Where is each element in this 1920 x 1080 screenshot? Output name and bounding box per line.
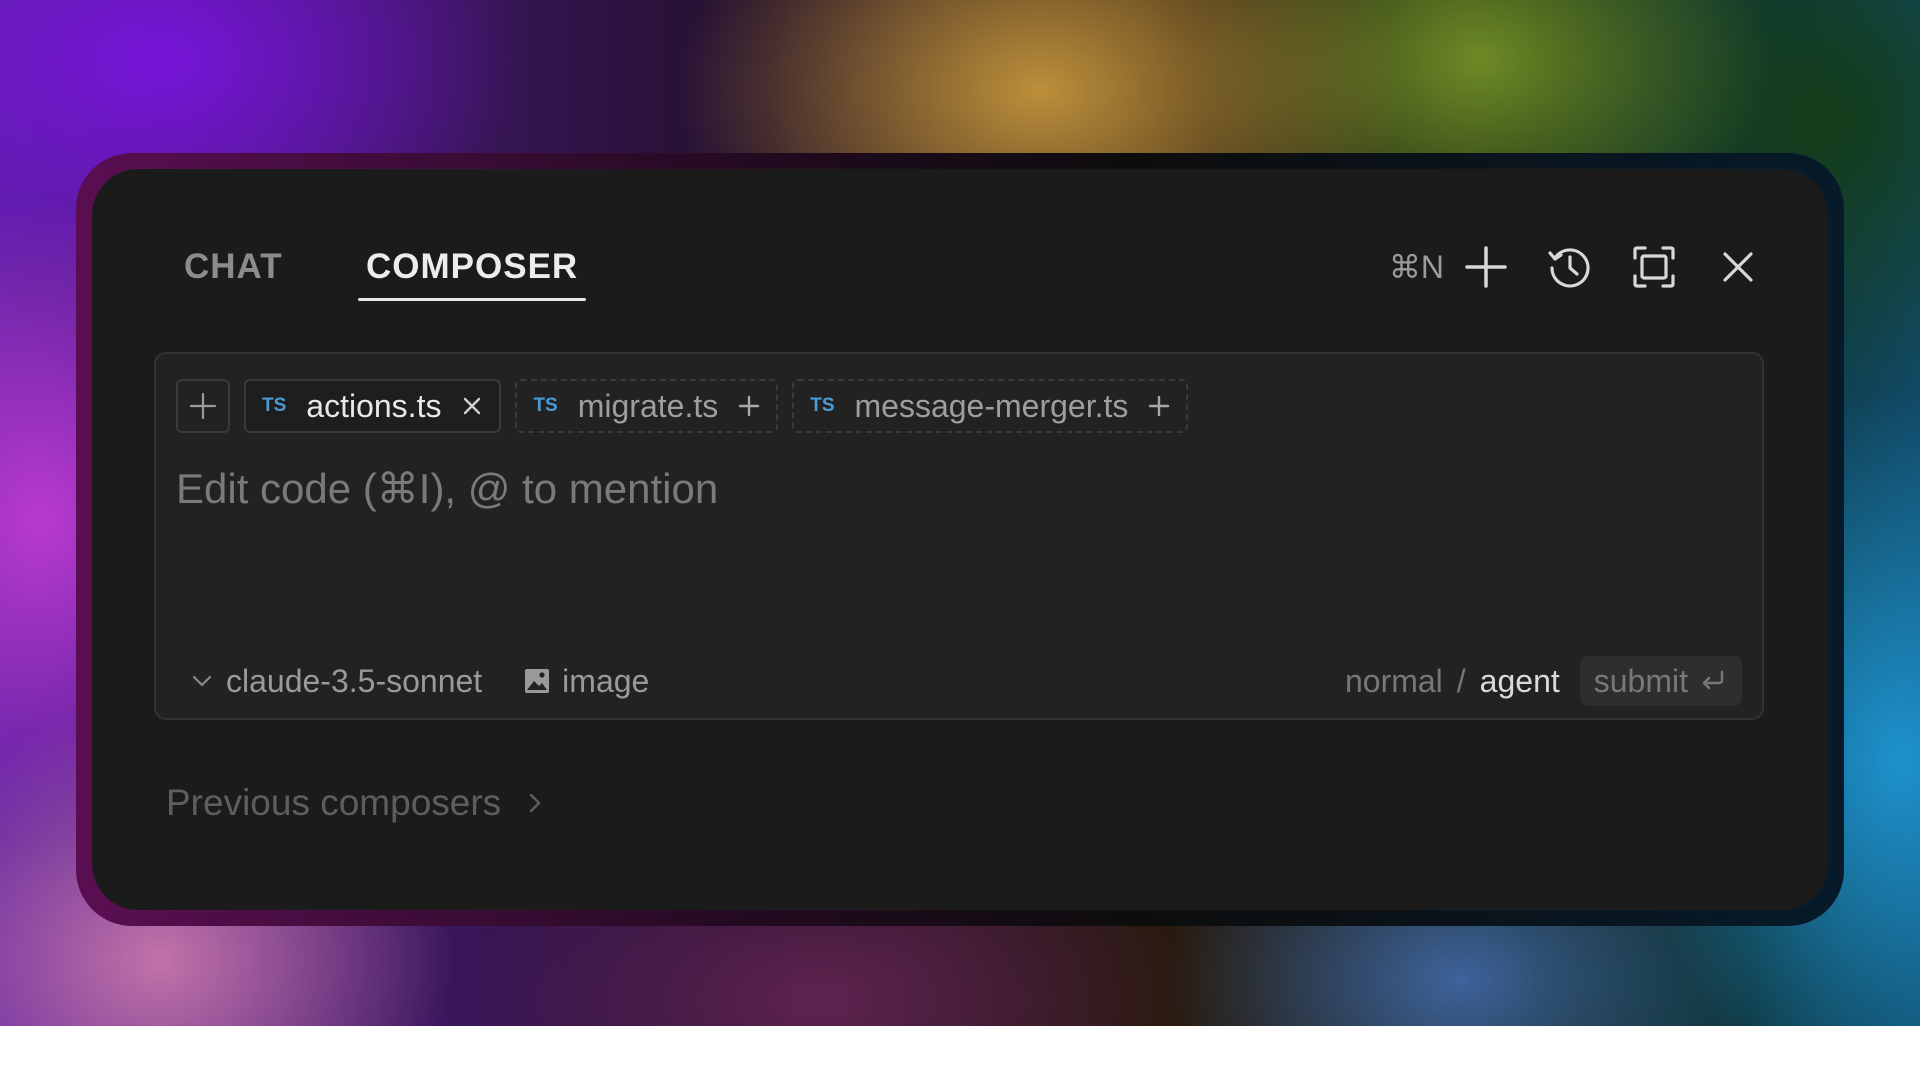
input-footer: claude-3.5-sonnet image normal / agent s… [190, 656, 1742, 706]
chevron-right-icon [529, 793, 541, 813]
plus-icon [1149, 395, 1170, 417]
image-icon [525, 669, 550, 693]
attach-image-button[interactable]: image [524, 663, 649, 700]
plus-icon [739, 395, 760, 417]
file-name: migrate.ts [577, 387, 719, 424]
history-button[interactable] [1542, 239, 1598, 295]
enter-icon [1702, 670, 1724, 690]
add-file-button[interactable] [736, 393, 762, 419]
file-name: actions.ts [306, 387, 442, 424]
close-icon [1723, 252, 1753, 282]
history-icon [1548, 248, 1590, 288]
maximize-icon [1633, 246, 1675, 288]
composer-panel: CHAT COMPOSER ⌘N TS actions.ts TS migrat… [92, 169, 1828, 910]
previous-composers-link[interactable]: Previous composers [166, 782, 547, 824]
previous-composers-label: Previous composers [166, 782, 502, 823]
maximize-button[interactable] [1626, 239, 1682, 295]
close-icon [464, 397, 481, 415]
file-name: message-merger.ts [854, 387, 1129, 424]
context-files-row: TS actions.ts TS migrate.ts TS message-m… [176, 378, 1202, 434]
new-composer-shortcut: ⌘N [1388, 249, 1444, 285]
plus-icon [1465, 246, 1507, 288]
mode-separator: / [1456, 662, 1466, 699]
model-selector[interactable]: claude-3.5-sonnet [190, 663, 482, 700]
submit-label: submit [1593, 662, 1688, 699]
submit-button[interactable]: submit [1579, 656, 1742, 706]
remove-file-button[interactable] [459, 393, 485, 419]
suggested-file-chip[interactable]: TS migrate.ts [515, 379, 779, 433]
plus-icon [189, 392, 217, 420]
suggested-file-chip[interactable]: TS message-merger.ts [792, 379, 1189, 433]
mode-agent[interactable]: agent [1480, 663, 1560, 700]
model-name: claude-3.5-sonnet [226, 662, 483, 699]
tab-chat[interactable]: CHAT [184, 241, 283, 301]
ts-file-icon: TS [262, 395, 287, 416]
add-file-button[interactable] [1146, 393, 1172, 419]
ts-file-icon: TS [533, 395, 558, 416]
image-label: image [562, 662, 650, 699]
add-context-button[interactable] [176, 379, 230, 433]
context-file-chip[interactable]: TS actions.ts [244, 379, 502, 433]
mode-normal[interactable]: normal [1345, 663, 1443, 700]
tab-composer[interactable]: COMPOSER [357, 241, 587, 301]
ts-file-icon: TS [810, 395, 835, 416]
header-toolbar: ⌘N [1389, 239, 1766, 295]
composer-input-box: TS actions.ts TS migrate.ts TS message-m… [154, 352, 1764, 720]
new-composer-button[interactable] [1458, 239, 1514, 295]
close-button[interactable] [1710, 239, 1766, 295]
mode-toggle: normal / agent [1345, 663, 1560, 700]
chevron-down-icon [192, 675, 212, 687]
prompt-input[interactable]: Edit code (⌘I), @ to mention [176, 464, 718, 513]
